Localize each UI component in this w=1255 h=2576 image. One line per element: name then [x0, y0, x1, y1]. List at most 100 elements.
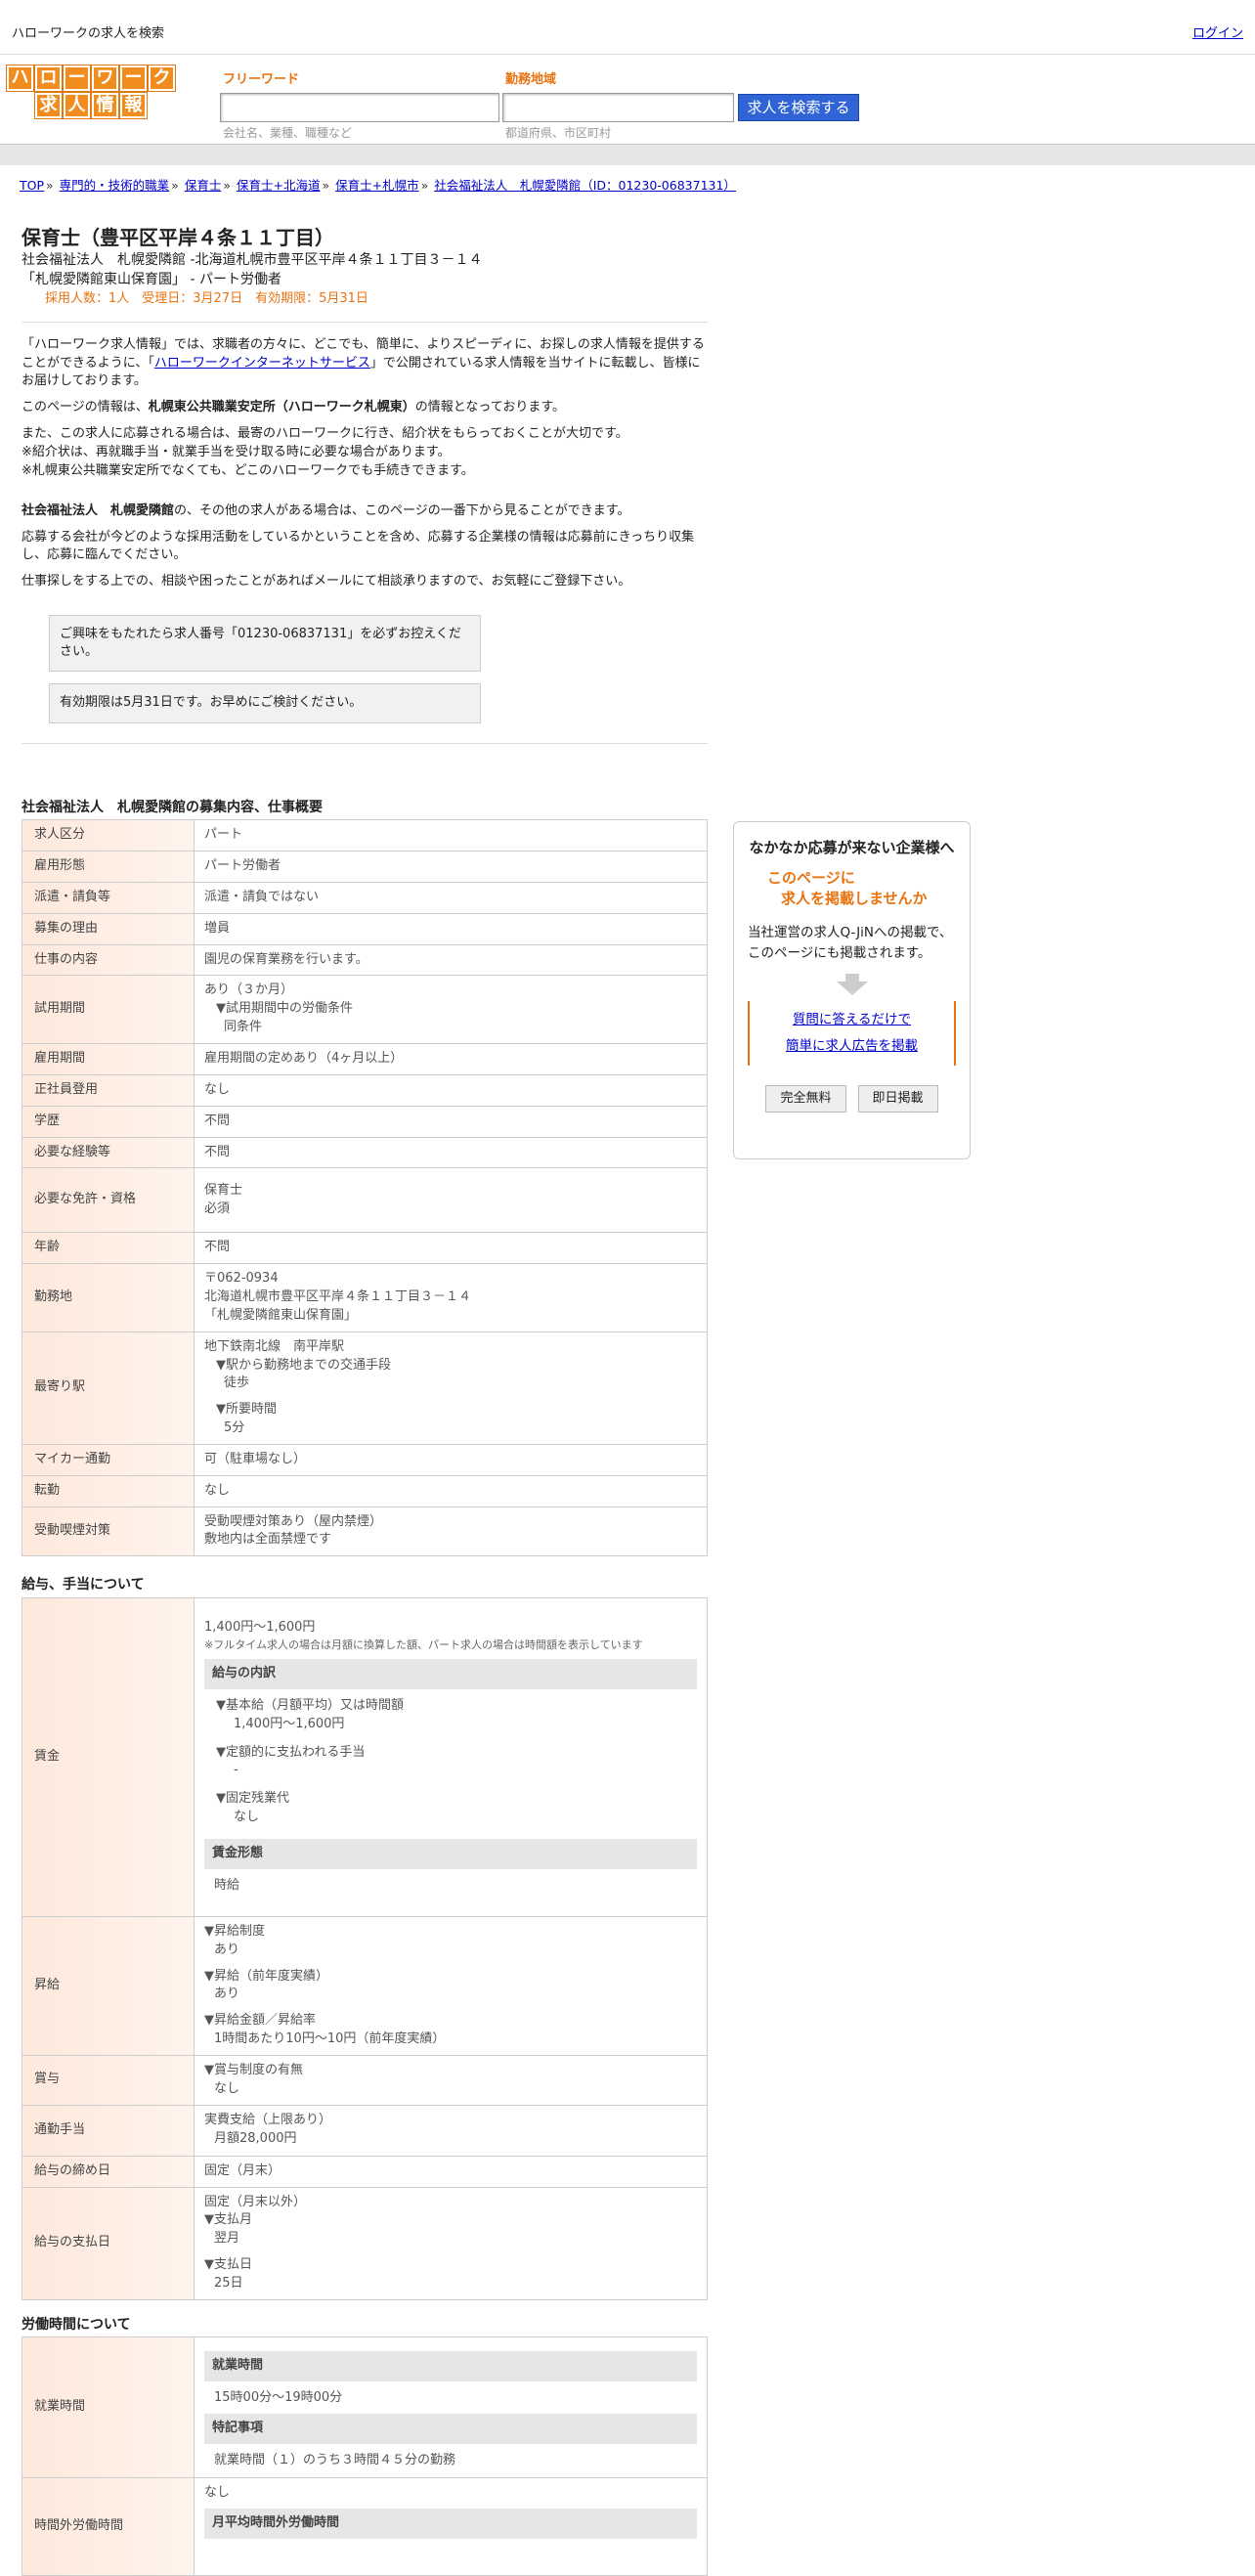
- advice-paragraph: 応募する会社が今どのような採用活動をしているかということを含め、応募する企業様の…: [22, 529, 695, 563]
- table-row: 正社員登用 なし: [22, 1073, 708, 1107]
- table-header-cell: 年齢: [22, 1232, 195, 1265]
- table-row: 雇用期間 雇用期間の定めあり（4ヶ月以上）: [22, 1042, 708, 1075]
- breadcrumb-city[interactable]: 保育士+札幌市: [335, 178, 418, 193]
- intro-paragraph: 「ハローワーク求人情報」では、求職者の方々に、どこでも、簡単に、よりスピーディに…: [22, 336, 705, 389]
- table-row: 賃金 1,400円〜1,600円 ※フルタイム求人の場合は月額に換算した額、パー…: [22, 1596, 708, 1917]
- job-meta: 採用人数：1人 受理日：3月27日 有効期限：5月31日: [45, 290, 368, 306]
- table-cell: なし: [194, 1073, 708, 1107]
- table-cell: 実費支給（上限あり） 月額28,000円: [194, 2104, 708, 2157]
- table-row: 派遣・請負等 派遣・請負ではない: [22, 881, 708, 914]
- keyword-hint: 会社名、業種、職種など: [223, 126, 353, 140]
- table-cell: 〒062-0934 北海道札幌市豊平区平岸４条１１丁目３－１４ 「札幌愛隣館東山保育…: [194, 1263, 708, 1332]
- table-header-cell: 時間外労働時間: [22, 2477, 195, 2576]
- table-header-cell: 学歴: [22, 1105, 195, 1138]
- table-header-cell: 給与の締め日: [22, 2155, 195, 2188]
- table-cell: 不問: [194, 1105, 708, 1138]
- header: ハ ロ ー ワ ー ク 求 人 情 報 フリーワード 会社名、業種、職種など 勤…: [0, 56, 1255, 144]
- same-day-badge[interactable]: 即日掲載: [857, 1084, 938, 1113]
- table-row: 仕事の内容 園児の保育業務を行います。: [22, 943, 708, 977]
- hellowork-link[interactable]: ハローワークインターネットサービス: [154, 356, 370, 371]
- main-content: 保育士（豊平区平岸４条１１丁目） 社会福祉法人 札幌愛隣館 -北海道札幌市豊平区…: [22, 225, 708, 2576]
- overview-heading: 社会福祉法人 札幌愛隣館の募集内容、仕事概要: [22, 799, 323, 815]
- advertise-panel: なかなか応募が来ない企業様へ このページに 求人を掲載しませんか 当社運営の求人Q…: [733, 821, 971, 1159]
- logo[interactable]: ハ ロ ー ワ ー ク 求 人 情 報: [6, 65, 176, 120]
- table-cell: 派遣・請負ではない: [194, 881, 708, 914]
- table-header-cell: 通勤手当: [22, 2104, 195, 2157]
- referral-paragraph: また、この求人に応募される場合は、最寄のハローワークに行き、紹介状をもらっておく…: [22, 426, 628, 478]
- table-header-cell: 賞与: [22, 2054, 195, 2106]
- table-row: 最寄り駅 地下鉄南北線 南平岸駅 ▼駅から勤務地までの交通手段 徒歩 ▼所要時間 5分: [22, 1331, 708, 1445]
- table-row: 昇給 ▼昇給制度 あり ▼昇給（前年度実績） あり ▼昇給金額／昇給率 1時間あたり1…: [22, 1915, 708, 2056]
- table-row: マイカー通勤 可（駐車場なし）: [22, 1443, 708, 1476]
- table-row: 給与の締め日 固定（月末）: [22, 2155, 708, 2188]
- table-row: 賞与 ▼賞与制度の有無 なし: [22, 2054, 708, 2106]
- free-badge[interactable]: 完全無料: [765, 1084, 846, 1113]
- consult-paragraph: 仕事探しをする上での、相談や困ったことがあればメールにて相談承りますので、お気軽…: [22, 574, 631, 589]
- advertise-catch: このページに 求人を掲載しませんか: [767, 869, 928, 907]
- table-header-cell: 転勤: [22, 1474, 195, 1507]
- job-number-notice: ご興味をもたれたら求人番号「01230-06837131」を必ずお控えください。: [49, 615, 481, 673]
- breadcrumb-company[interactable]: 社会福祉法人 札幌愛隣館（ID：01230-06837131）: [434, 178, 736, 193]
- logo-char: ワ: [92, 65, 118, 91]
- table-header-cell: 就業時間: [22, 2336, 195, 2479]
- hours-heading: 労働時間について: [22, 2316, 131, 2333]
- table-header-cell: 仕事の内容: [22, 943, 195, 977]
- table-cell: 雇用期間の定めあり（4ヶ月以上）: [194, 1042, 708, 1075]
- table-cell: 就業時間 15時00分〜19時00分 特記事項 就業時間（１）のうち３時間４５分…: [194, 2336, 708, 2479]
- table-cell: 保育士 必須: [194, 1167, 708, 1234]
- salary-heading: 給与、手当について: [22, 1577, 145, 1594]
- advertise-title: なかなか応募が来ない企業様へ: [749, 839, 955, 856]
- breadcrumb-occupation[interactable]: 保育士: [185, 178, 222, 193]
- table-cell: 固定（月末以外） ▼支払月 翌月 ▼支払日 25日: [194, 2186, 708, 2300]
- table-header-cell: 受動喫煙対策: [22, 1506, 195, 1557]
- table-row: 給与の支払日 固定（月末以外） ▼支払月 翌月 ▼支払日 25日: [22, 2186, 708, 2300]
- table-cell: なし: [194, 1474, 708, 1507]
- keyword-input[interactable]: [220, 93, 499, 122]
- table-row: 転勤 なし: [22, 1474, 708, 1507]
- table-header-cell: 勤務地: [22, 1263, 195, 1332]
- search-button[interactable]: 求人を検索する: [738, 94, 859, 121]
- table-cell: パート労働者: [194, 851, 708, 883]
- table-header-cell: 派遣・請負等: [22, 881, 195, 914]
- table-row: 求人区分 パート: [22, 819, 708, 852]
- table-row: 時間外労働時間 なし 月平均時間外労働時間: [22, 2477, 708, 2576]
- table-header-cell: 雇用形態: [22, 851, 195, 883]
- table-cell: 不問: [194, 1232, 708, 1265]
- advertise-link-question[interactable]: 質問に答えるだけで: [793, 1012, 911, 1027]
- other-jobs-paragraph: 社会福祉法人 札幌愛隣館の、その他の求人がある場合は、このページの一番下から見る…: [22, 502, 630, 518]
- site-title: ハローワークの求人を検索: [12, 26, 165, 41]
- table-row: 受動喫煙対策 受動喫煙対策あり（屋内禁煙） 敷地内は全面禁煙です: [22, 1506, 708, 1557]
- salary-table: 賃金 1,400円〜1,600円 ※フルタイム求人の場合は月額に換算した額、パー…: [22, 1596, 708, 2300]
- table-header-cell: 賃金: [22, 1596, 195, 1917]
- table-cell: 可（駐車場なし）: [194, 1443, 708, 1476]
- table-row: 通勤手当 実費支給（上限あり） 月額28,000円: [22, 2104, 708, 2157]
- arrow-down-icon: [844, 973, 859, 982]
- table-row: 必要な経験等 不問: [22, 1136, 708, 1169]
- company-line: 社会福祉法人 札幌愛隣館 -北海道札幌市豊平区平岸４条１１丁目３－１４: [22, 252, 483, 268]
- table-cell: 増員: [194, 912, 708, 945]
- logo-char: 求: [35, 93, 62, 118]
- login-link[interactable]: ログイン: [1192, 25, 1243, 43]
- breadcrumb-top[interactable]: TOP: [20, 178, 44, 193]
- breadcrumb-prefecture[interactable]: 保育士+北海道: [237, 178, 320, 193]
- logo-char: ー: [64, 65, 90, 91]
- breadcrumb-category[interactable]: 専門的・技術的職業: [60, 178, 170, 193]
- area-hint: 都道府県、市区町村: [505, 126, 612, 140]
- breadcrumb: TOP» 専門的・技術的職業» 保育士» 保育士+北海道» 保育士+札幌市» 社…: [20, 178, 736, 193]
- table-header-cell: マイカー通勤: [22, 1443, 195, 1476]
- table-row: 就業時間 就業時間 15時00分〜19時00分 特記事項 就業時間（１）のうち３…: [22, 2336, 708, 2479]
- advertise-link-post[interactable]: 簡単に求人広告を掲載: [786, 1038, 918, 1054]
- logo-char: ー: [120, 65, 147, 91]
- top-bar: ハローワークの求人を検索 ログイン: [0, 0, 1255, 55]
- table-cell: 受動喫煙対策あり（屋内禁煙） 敷地内は全面禁煙です: [194, 1506, 708, 1557]
- logo-char: ハ: [7, 65, 33, 91]
- gray-band: [0, 144, 1255, 165]
- table-cell: 1,400円〜1,600円 ※フルタイム求人の場合は月額に換算した額、パート求人…: [194, 1596, 708, 1917]
- table-header-cell: 求人区分: [22, 819, 195, 852]
- area-input[interactable]: [502, 93, 734, 122]
- overview-table: 求人区分 パート 雇用形態 パート労働者 派遣・請負等 派遣・請負ではない 募集の理由…: [22, 819, 708, 1557]
- table-header-cell: 雇用期間: [22, 1042, 195, 1075]
- table-row: 必要な免許・資格 保育士 必須: [22, 1167, 708, 1234]
- table-header-cell: 最寄り駅: [22, 1331, 195, 1445]
- logo-char: 報: [120, 93, 147, 118]
